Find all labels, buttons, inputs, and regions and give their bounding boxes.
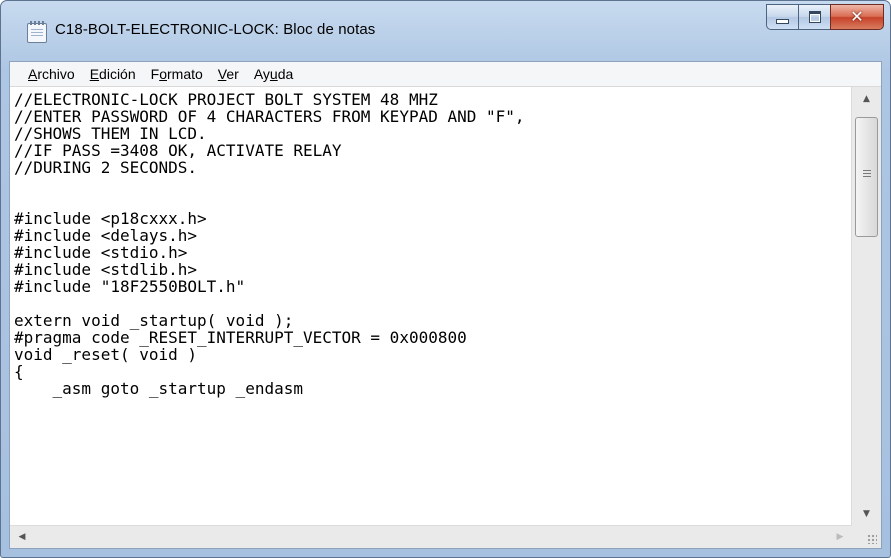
- code-line: //SHOWS THEM IN LCD.: [14, 124, 207, 143]
- menu-edicion[interactable]: Edición: [90, 66, 136, 82]
- close-icon: ✕: [850, 7, 864, 26]
- maximize-button[interactable]: [798, 4, 830, 30]
- menu-bar: Archivo Edición Formato Ver Ayuda: [10, 62, 881, 87]
- horizontal-scrollbar[interactable]: ◀ ▶: [10, 525, 852, 548]
- code-line: void _reset( void ): [14, 345, 198, 364]
- code-line: #include <stdio.h>: [14, 243, 188, 262]
- menu-ayuda[interactable]: Ayuda: [254, 66, 293, 82]
- grip-icon: [863, 170, 871, 179]
- code-line: #include <stdlib.h>: [14, 260, 198, 279]
- notepad-icon[interactable]: [27, 21, 47, 43]
- notepad-window: C18-BOLT-ELECTRONIC-LOCK: Bloc de notas …: [0, 0, 891, 558]
- scroll-thumb[interactable]: [855, 117, 878, 237]
- code-line: //IF PASS =3408 OK, ACTIVATE RELAY: [14, 141, 342, 160]
- editor[interactable]: //ELECTRONIC-LOCK PROJECT BOLT SYSTEM 48…: [10, 87, 881, 548]
- scroll-left-icon[interactable]: ◀: [10, 526, 34, 548]
- code-line: _asm goto _startup _endasm: [14, 379, 303, 398]
- menu-archivo[interactable]: Archivo: [28, 66, 75, 82]
- code-line: extern void _startup( void );: [14, 311, 294, 330]
- code-line: #include "18F2550BOLT.h": [14, 277, 246, 296]
- scroll-down-icon[interactable]: ▼: [852, 502, 881, 526]
- text-editor-content[interactable]: //ELECTRONIC-LOCK PROJECT BOLT SYSTEM 48…: [14, 91, 851, 526]
- minimize-icon: [776, 18, 789, 24]
- code-line: {: [14, 362, 24, 381]
- title-bar[interactable]: C18-BOLT-ELECTRONIC-LOCK: Bloc de notas …: [1, 1, 890, 61]
- window-title: C18-BOLT-ELECTRONIC-LOCK: Bloc de notas: [55, 21, 376, 38]
- code-line: #pragma code _RESET_INTERRUPT_VECTOR = 0…: [14, 328, 467, 347]
- menu-formato[interactable]: Formato: [151, 66, 203, 82]
- vertical-scrollbar[interactable]: ▲ ▼: [851, 87, 881, 526]
- scroll-right-icon[interactable]: ▶: [828, 526, 852, 548]
- menu-ver[interactable]: Ver: [218, 66, 239, 82]
- scroll-up-icon[interactable]: ▲: [852, 87, 881, 111]
- code-line: //ELECTRONIC-LOCK PROJECT BOLT SYSTEM 48…: [14, 91, 438, 109]
- code-line: //DURING 2 SECONDS.: [14, 158, 198, 177]
- minimize-button[interactable]: [766, 4, 798, 30]
- close-button[interactable]: ✕: [830, 4, 884, 30]
- code-line: #include <delays.h>: [14, 226, 198, 245]
- resize-grip-icon[interactable]: [852, 526, 881, 548]
- code-line: //ENTER PASSWORD OF 4 CHARACTERS FROM KE…: [14, 107, 525, 126]
- caption-buttons: ✕: [766, 4, 884, 32]
- client-area: Archivo Edición Formato Ver Ayuda //ELEC…: [9, 61, 882, 549]
- maximize-icon: [808, 11, 821, 23]
- code-line: #include <p18cxxx.h>: [14, 209, 207, 228]
